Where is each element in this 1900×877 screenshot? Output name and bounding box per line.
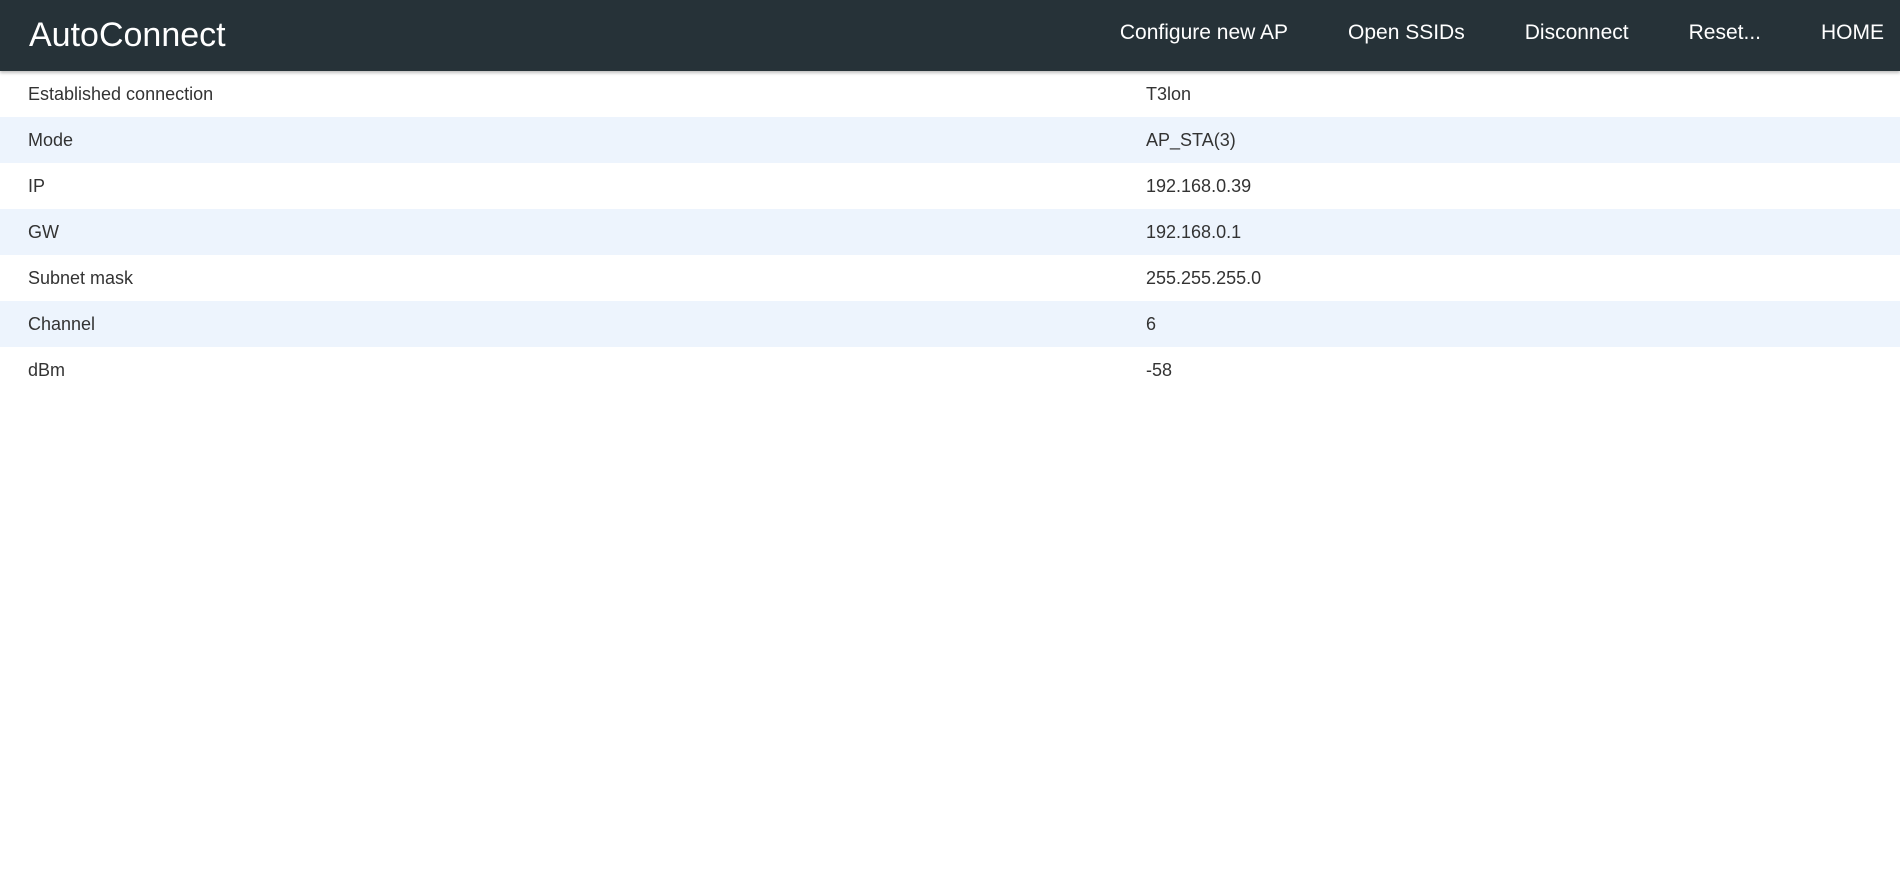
table-row: dBm -58 — [0, 347, 1900, 393]
table-row: GW 192.168.0.1 — [0, 209, 1900, 255]
ip-label: IP — [28, 175, 46, 196]
ip-value: 192.168.0.39 — [1146, 175, 1252, 196]
nav-configure-new-ap-link[interactable]: Configure new AP — [1109, 21, 1299, 50]
brand-title: AutoConnect — [29, 16, 226, 54]
nav-open-ssids-link[interactable]: Open SSIDs — [1337, 21, 1476, 50]
nav-home-link[interactable]: HOME — [1810, 21, 1900, 50]
subnet-mask-value: 255.255.255.0 — [1146, 267, 1262, 288]
gateway-label: GW — [28, 221, 59, 242]
connection-status-table: Established connection T3lon Mode AP_STA… — [0, 71, 1900, 393]
nav-disconnect-link[interactable]: Disconnect — [1514, 21, 1640, 50]
nav-menu: Configure new AP Open SSIDs Disconnect R… — [1109, 0, 1900, 71]
gateway-value: 192.168.0.1 — [1146, 221, 1242, 242]
dbm-value: -58 — [1146, 359, 1173, 380]
established-connection-label: Established connection — [28, 83, 214, 104]
table-row: Established connection T3lon — [0, 71, 1900, 117]
established-connection-value: T3lon — [1146, 83, 1192, 104]
subnet-mask-label: Subnet mask — [28, 267, 134, 288]
channel-label: Channel — [28, 313, 96, 334]
top-navigation-bar: AutoConnect Configure new AP Open SSIDs … — [0, 0, 1900, 71]
status-content: Established connection T3lon Mode AP_STA… — [0, 71, 1900, 393]
mode-value: AP_STA(3) — [1146, 129, 1236, 150]
channel-value: 6 — [1146, 313, 1157, 334]
dbm-label: dBm — [28, 359, 66, 380]
mode-label: Mode — [28, 129, 74, 150]
table-row: Mode AP_STA(3) — [0, 117, 1900, 163]
table-row: IP 192.168.0.39 — [0, 163, 1900, 209]
table-row: Channel 6 — [0, 301, 1900, 347]
nav-reset-link[interactable]: Reset... — [1678, 21, 1772, 50]
table-row: Subnet mask 255.255.255.0 — [0, 255, 1900, 301]
